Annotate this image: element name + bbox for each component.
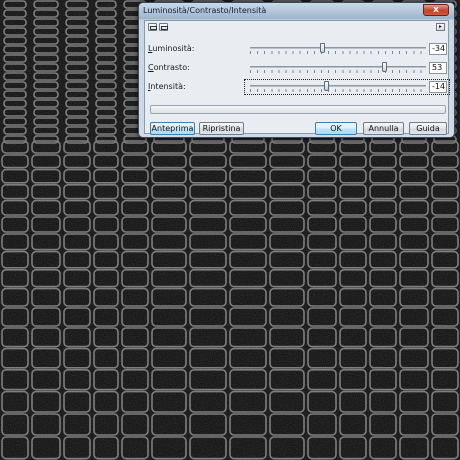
slider-track [250,47,426,49]
dialog-client-area: ▸ Luminosità: -34 Contrasto: 53 Intensit… [144,20,450,135]
intensity-row: Intensità: -14 [145,79,450,95]
contrast-label: Contrasto: [148,63,190,72]
brightness-contrast-dialog: Luminosità/Contrasto/Intensità x ▸ Lumin… [138,2,455,138]
slider-thumb[interactable] [320,43,326,53]
slider-ticks [250,70,426,73]
ok-button[interactable]: OK [315,122,357,135]
slider-thumb[interactable] [323,81,329,91]
contrast-row: Contrasto: 53 [145,60,448,76]
progress-bar [150,105,446,114]
reset-button[interactable]: Ripristina [199,122,244,135]
slider-thumb[interactable] [381,62,387,72]
slider-ticks [250,51,426,54]
preview-button[interactable]: Anteprima [150,122,195,135]
intensity-value-field[interactable]: -14 [429,81,447,93]
help-button[interactable]: Guida [409,122,447,135]
cancel-button[interactable]: Annulla [363,122,404,135]
brightness-row: Luminosità: -34 [145,41,448,57]
slider-track [250,66,426,68]
slider-track [250,85,426,87]
contrast-value-field[interactable]: 53 [429,62,447,74]
contrast-slider[interactable] [250,62,426,74]
intensity-label: Intensità: [148,82,186,91]
desktop-stage: Luminosità/Contrasto/Intensità x ▸ Lumin… [0,0,460,460]
compact-toggle-icon[interactable] [159,23,168,31]
slider-ticks [250,89,426,92]
title-bar[interactable]: Luminosità/Contrasto/Intensità x [139,3,454,19]
brightness-value-field[interactable]: -34 [429,43,447,55]
intensity-slider[interactable] [250,81,426,93]
brightness-slider[interactable] [250,43,426,55]
layout-toggle-icon[interactable] [148,23,157,31]
brightness-label: Luminosità: [148,44,195,53]
expand-arrow-icon[interactable]: ▸ [436,23,445,31]
close-button[interactable]: x [423,4,449,16]
dialog-title: Luminosità/Contrasto/Intensità [143,6,267,15]
